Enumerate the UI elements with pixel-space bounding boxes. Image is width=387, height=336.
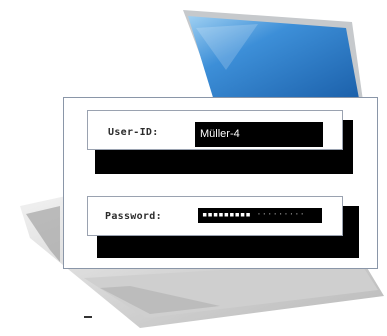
password-input[interactable]: ▪▪▪▪▪▪▪▪▪ ········· (198, 208, 322, 223)
user-id-input[interactable]: Müller-4 (195, 122, 323, 147)
password-field-shadow (343, 206, 359, 258)
password-label: Password: (105, 211, 162, 222)
password-mask: ▪▪▪▪▪▪▪▪▪ (202, 210, 251, 220)
user-field-shadow (95, 150, 353, 174)
password-mask-remaining: ········· (256, 210, 305, 220)
login-dialog-illustration: User-ID: Müller-4 Password: ▪▪▪▪▪▪▪▪▪ ··… (0, 0, 387, 336)
password-field-shadow (97, 236, 359, 258)
user-id-label: User-ID: (108, 127, 159, 138)
user-field-shadow (343, 120, 353, 174)
